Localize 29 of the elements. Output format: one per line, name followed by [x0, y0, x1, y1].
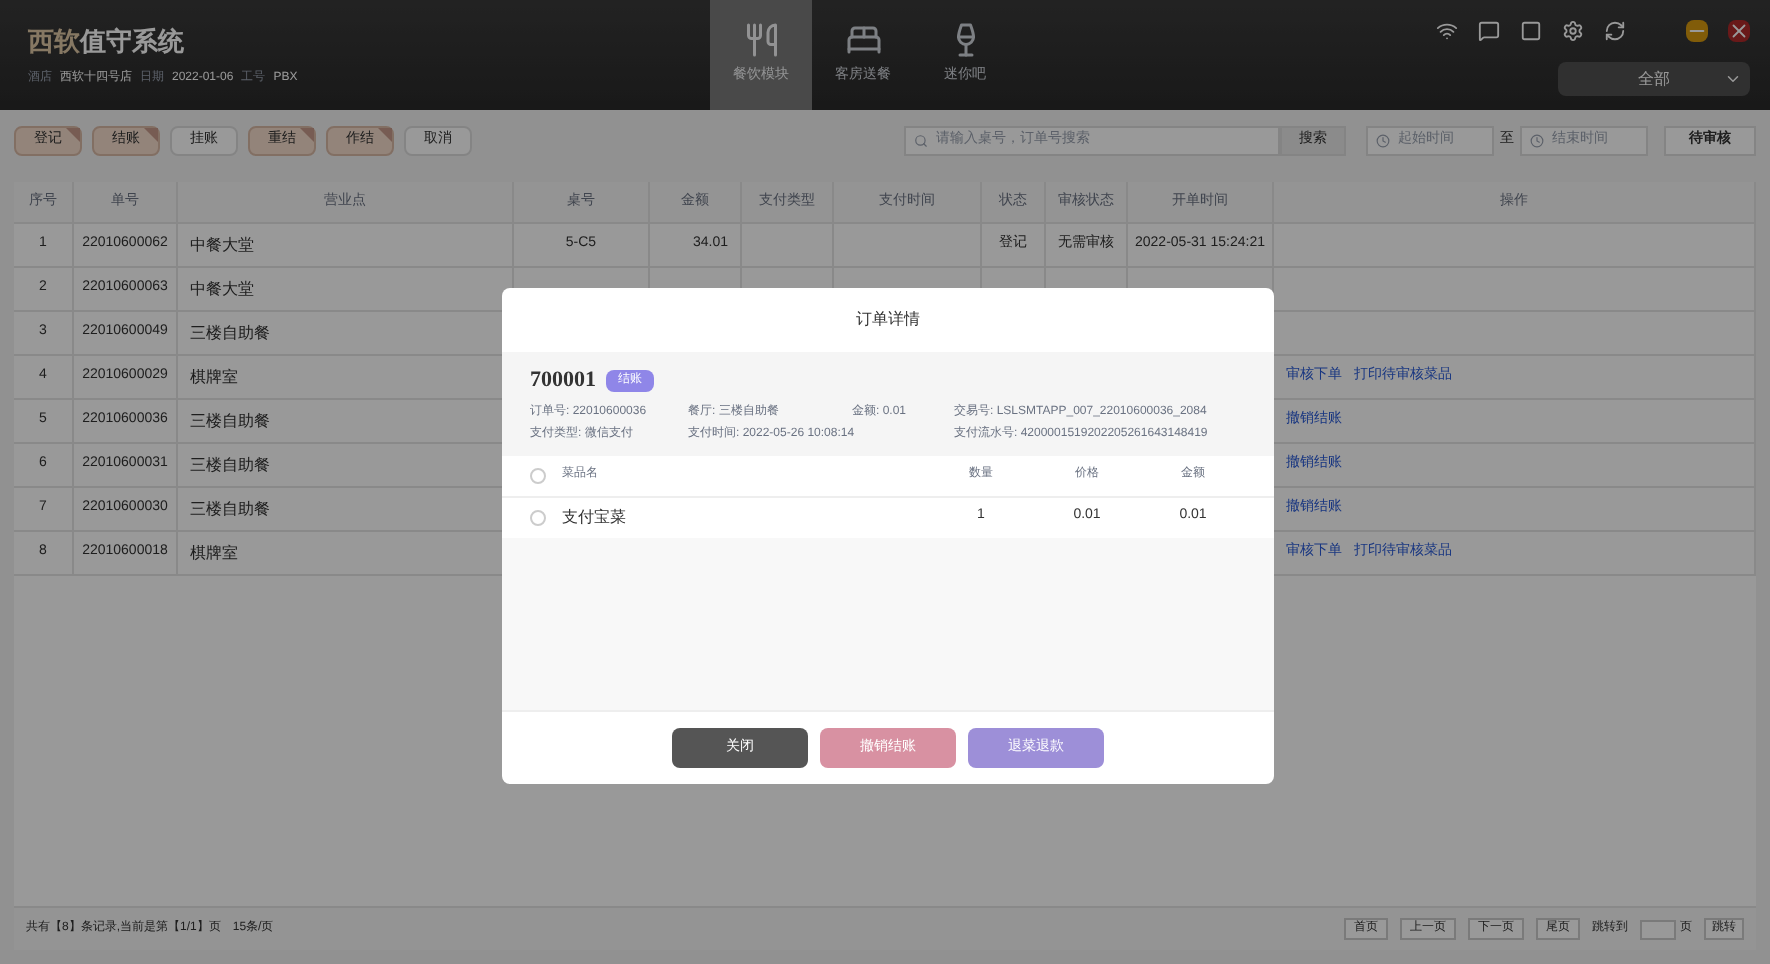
- close-icon[interactable]: [1728, 20, 1750, 42]
- page-input[interactable]: [1640, 919, 1676, 939]
- clock-icon: [1376, 133, 1390, 147]
- table-cell: 中餐大堂: [190, 277, 254, 301]
- wifi-icon[interactable]: [1436, 20, 1458, 42]
- table-cell: 棋牌室: [190, 541, 238, 565]
- table-cell: 中餐大堂: [190, 233, 254, 257]
- bed-icon: [845, 22, 881, 59]
- app-title: 西软值守系统: [28, 26, 184, 57]
- window-icon[interactable]: [1520, 20, 1542, 42]
- clock-icon: [1530, 133, 1544, 147]
- message-icon[interactable]: [1478, 20, 1500, 42]
- minimize-icon[interactable]: [1686, 20, 1708, 42]
- dialog-title: 订单详情: [856, 308, 920, 332]
- table-cell: 三楼自助餐: [190, 321, 270, 345]
- table-cell: 棋牌室: [190, 365, 238, 389]
- table-number: 700001: [530, 366, 596, 396]
- search-icon: [914, 133, 928, 147]
- refresh-icon[interactable]: [1604, 20, 1626, 42]
- item-checkbox[interactable]: [530, 509, 546, 525]
- table-cell: 三楼自助餐: [190, 497, 270, 521]
- dish-name: 支付宝菜: [562, 505, 628, 529]
- settings-icon[interactable]: [1562, 20, 1584, 42]
- utensils-icon: [743, 22, 779, 59]
- table-cell: 三楼自助餐: [190, 453, 270, 477]
- table-cell: 三楼自助餐: [190, 409, 270, 433]
- chevron-down-icon: [1724, 70, 1742, 88]
- select-all-checkbox[interactable]: [530, 467, 546, 483]
- filter-select[interactable]: 全部: [1558, 62, 1750, 96]
